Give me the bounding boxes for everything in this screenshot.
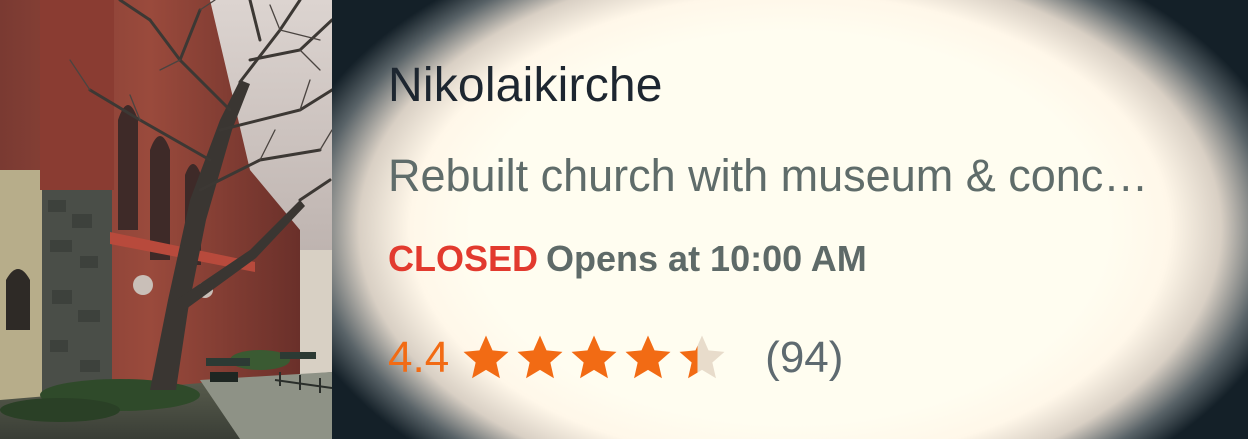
place-info[interactable]: Nikolaikirche Rebuilt church with museum… xyxy=(388,0,1208,439)
star-icon xyxy=(625,335,671,379)
star-half-icon xyxy=(679,335,725,379)
place-card[interactable]: Nikolaikirche Rebuilt church with museum… xyxy=(0,0,1248,439)
rating-value: 4.4 xyxy=(388,333,450,382)
opening-hours: Opens at 10:00 AM xyxy=(546,238,867,279)
star-icon xyxy=(463,335,509,379)
star-icon xyxy=(571,335,617,379)
review-count[interactable]: (94) xyxy=(765,333,843,383)
place-name[interactable]: Nikolaikirche xyxy=(388,58,663,113)
place-photo[interactable] xyxy=(0,0,332,439)
star-icon xyxy=(517,335,563,379)
place-description: Rebuilt church with museum & conc… xyxy=(388,150,1149,201)
star-rating xyxy=(459,331,729,385)
hours-row: CLOSED Opens at 10:00 AM xyxy=(388,238,867,280)
rating-row[interactable]: 4.4 (94) xyxy=(388,328,843,388)
church-photo-image xyxy=(0,0,332,439)
status-badge: CLOSED xyxy=(388,238,539,279)
